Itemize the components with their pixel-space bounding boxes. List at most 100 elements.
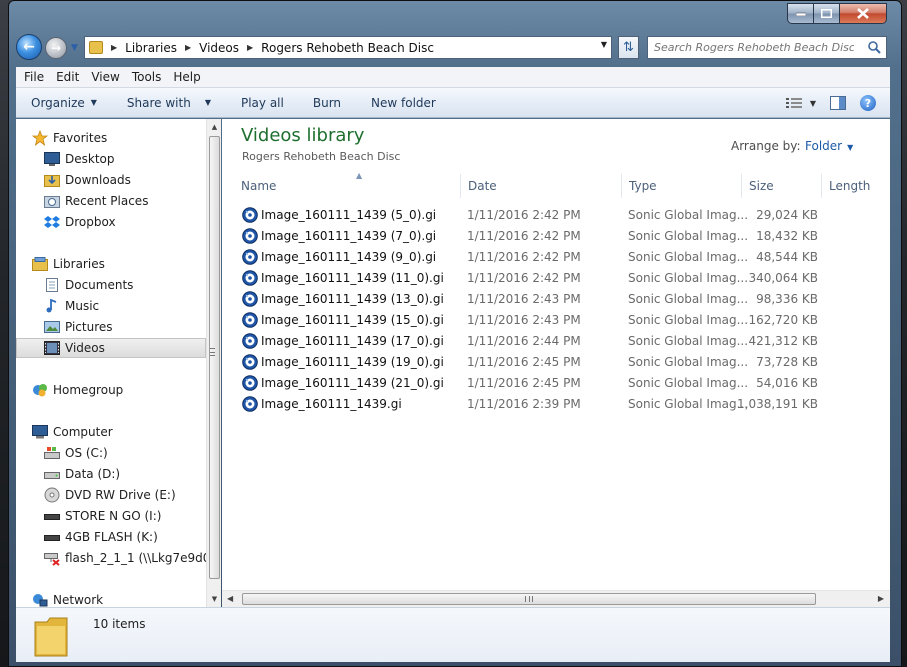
file-row[interactable]: Image_160111_1439.gi 1/11/2016 2:39 PM Son… — [234, 394, 890, 415]
file-name: Image_160111_1439 (19_0).gi — [261, 355, 444, 369]
scroll-up-icon[interactable]: ▲ — [207, 119, 222, 135]
forward-button[interactable]: → — [45, 37, 67, 59]
nav-network[interactable]: Network — [32, 590, 103, 607]
burn-label: Burn — [312, 95, 342, 110]
refresh-button[interactable]: ⇅ — [618, 36, 639, 59]
nav-homegroup[interactable]: Homegroup — [32, 380, 123, 400]
scrollbar-grip-icon — [210, 348, 215, 356]
close-button[interactable] — [840, 3, 887, 24]
file-row[interactable]: Image_160111_1439 (11_0).gi 1/11/2016 2:4… — [234, 268, 890, 289]
file-row[interactable]: Image_160111_1439 (19_0).gi 1/11/2016 2:4… — [234, 352, 890, 373]
file-row[interactable]: Image_160111_1439 (17_0).gi 1/11/2016 2:4… — [234, 331, 890, 352]
nav-drive-k[interactable]: 4GB FLASH (K:) — [44, 527, 158, 547]
file-row[interactable]: Image_160111_1439 (5_0).gi 1/11/2016 2:42… — [234, 205, 890, 226]
breadcrumb-separator-icon[interactable]: ▶ — [185, 43, 191, 52]
nav-recent-places[interactable]: Recent Places — [44, 191, 148, 211]
minimize-button[interactable] — [787, 3, 814, 24]
nav-drive-c[interactable]: OS (C:) — [44, 443, 108, 463]
column-header-size[interactable]: Size — [742, 174, 822, 198]
menu-edit[interactable]: Edit — [56, 70, 79, 84]
scrollbar-thumb[interactable] — [209, 136, 220, 579]
menu-help[interactable]: Help — [173, 70, 200, 84]
breadcrumb-videos[interactable]: Videos — [199, 41, 239, 55]
nav-label: Downloads — [65, 173, 131, 187]
nav-pictures[interactable]: Pictures — [44, 317, 113, 337]
file-row[interactable]: Image_160111_1439 (13_0).gi 1/11/2016 2:4… — [234, 289, 890, 310]
column-header-type[interactable]: Type — [622, 174, 742, 198]
play-all-label: Play all — [240, 95, 284, 110]
search-box[interactable] — [647, 36, 887, 59]
disc-image-file-icon — [242, 228, 258, 244]
menu-tools[interactable]: Tools — [132, 70, 162, 84]
chevron-down-icon[interactable]: ▼ — [810, 99, 816, 108]
file-row[interactable]: Image_160111_1439 (15_0).gi 1/11/2016 2:4… — [234, 310, 890, 331]
file-row[interactable]: Image_160111_1439 (7_0).gi 1/11/2016 2:42… — [234, 226, 890, 247]
file-name: Image_160111_1439 (9_0).gi — [261, 250, 437, 264]
share-with-button[interactable]: Share with ▼ — [127, 96, 211, 110]
navigation-pane-scrollbar[interactable]: ▲ ▼ — [206, 119, 221, 607]
nav-videos[interactable]: Videos — [16, 338, 206, 358]
file-date: 1/11/2016 2:39 PM — [467, 397, 581, 411]
system-drive-icon — [44, 445, 60, 461]
file-rows: Image_160111_1439 (5_0).gi 1/11/2016 2:42… — [234, 205, 890, 415]
nav-label: Music — [65, 299, 100, 313]
navigation-bar: ← → ▼ ▶ Libraries ▶ Videos ▶ Rogers Reho… — [16, 34, 890, 64]
file-date: 1/11/2016 2:42 PM — [467, 250, 581, 264]
file-row[interactable]: Image_160111_1439 (21_0).gi 1/11/2016 2:4… — [234, 373, 890, 394]
nav-downloads[interactable]: Downloads — [44, 170, 131, 190]
file-row[interactable]: Image_160111_1439 (9_0).gi 1/11/2016 2:42… — [234, 247, 890, 268]
burn-button[interactable]: Burn — [313, 96, 341, 110]
scroll-down-icon[interactable]: ▼ — [207, 591, 222, 607]
menu-file[interactable]: File — [24, 70, 44, 84]
address-bar[interactable]: ▶ Libraries ▶ Videos ▶ Rogers Rehobeth B… — [84, 36, 612, 59]
nav-favorites[interactable]: Favorites — [32, 128, 107, 148]
nav-libraries[interactable]: Libraries — [32, 254, 105, 274]
nav-drive-e[interactable]: DVD RW Drive (E:) — [44, 485, 176, 505]
library-subtitle[interactable]: Rogers Rehobeth Beach Disc — [242, 150, 400, 163]
play-all-button[interactable]: Play all — [241, 96, 284, 110]
scroll-right-icon[interactable]: ▶ — [878, 594, 884, 603]
search-input[interactable] — [654, 41, 854, 54]
file-date: 1/11/2016 2:43 PM — [467, 292, 581, 306]
library-title: Videos library — [241, 125, 365, 146]
search-icon[interactable] — [868, 41, 881, 54]
help-button[interactable]: ? — [860, 95, 876, 111]
preview-pane-button[interactable] — [830, 96, 846, 110]
change-view-button[interactable]: ▼ — [785, 97, 816, 109]
nav-desktop[interactable]: Desktop — [44, 149, 115, 169]
network-icon — [32, 592, 48, 607]
file-name: Image_160111_1439 (15_0).gi — [261, 313, 444, 327]
chevron-down-icon: ▼ — [847, 143, 854, 152]
arrange-by-dropdown[interactable]: Folder ▼ — [805, 139, 853, 153]
breadcrumb-current-folder[interactable]: Rogers Rehobeth Beach Disc — [261, 41, 434, 55]
recent-pages-dropdown[interactable]: ▼ — [71, 43, 78, 53]
organize-button[interactable]: Organize ▼ — [31, 96, 97, 110]
videos-icon — [44, 340, 60, 356]
nav-label: Data (D:) — [65, 467, 121, 481]
breadcrumb-separator-icon[interactable]: ▶ — [111, 43, 117, 52]
column-header-length[interactable]: Length — [822, 174, 890, 198]
nav-label: Homegroup — [53, 383, 124, 397]
nav-drive-i[interactable]: STORE N GO (I:) — [44, 506, 161, 526]
nav-music[interactable]: Music — [44, 296, 99, 316]
menu-view[interactable]: View — [91, 70, 119, 84]
horizontal-scrollbar[interactable]: ◀ ▶ — [222, 590, 890, 607]
nav-documents[interactable]: Documents — [44, 275, 133, 295]
maximize-button[interactable] — [814, 3, 840, 24]
back-button[interactable]: ← — [16, 34, 42, 60]
breadcrumb-separator-icon[interactable]: ▶ — [247, 43, 253, 52]
address-dropdown-icon[interactable]: ▼ — [601, 40, 607, 49]
scrollbar-thumb[interactable] — [242, 593, 816, 605]
new-folder-button[interactable]: New folder — [371, 96, 436, 110]
nav-network-drive[interactable]: flash_2_1_1 (\\Lkg7e9d01) — [44, 548, 206, 568]
column-header-name[interactable]: Name ▲ — [234, 171, 461, 198]
preview-pane-icon — [830, 96, 846, 110]
nav-drive-d[interactable]: Data (D:) — [44, 464, 120, 484]
scroll-left-icon[interactable]: ◀ — [227, 594, 233, 603]
disc-image-file-icon — [242, 312, 258, 328]
nav-dropbox[interactable]: Dropbox — [44, 212, 116, 232]
breadcrumb-libraries[interactable]: Libraries — [125, 41, 177, 55]
chevron-down-icon: ▼ — [90, 98, 97, 107]
column-header-date[interactable]: Date — [461, 174, 622, 198]
nav-computer[interactable]: Computer — [32, 422, 113, 442]
